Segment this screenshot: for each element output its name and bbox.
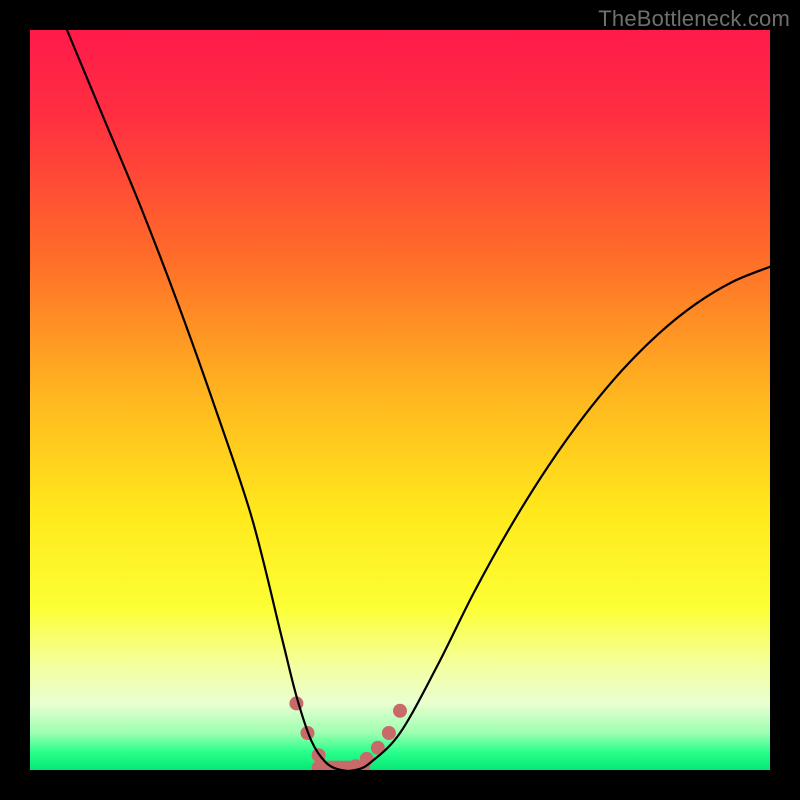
plot-area (30, 30, 770, 770)
highlight-dot (393, 704, 407, 718)
bottleneck-curve (67, 30, 770, 770)
curve-layer (30, 30, 770, 770)
watermark-text: TheBottleneck.com (598, 6, 790, 32)
chart-frame: TheBottleneck.com (0, 0, 800, 800)
highlight-dot (382, 726, 396, 740)
highlight-dots (289, 696, 407, 770)
highlight-dot (360, 752, 374, 766)
